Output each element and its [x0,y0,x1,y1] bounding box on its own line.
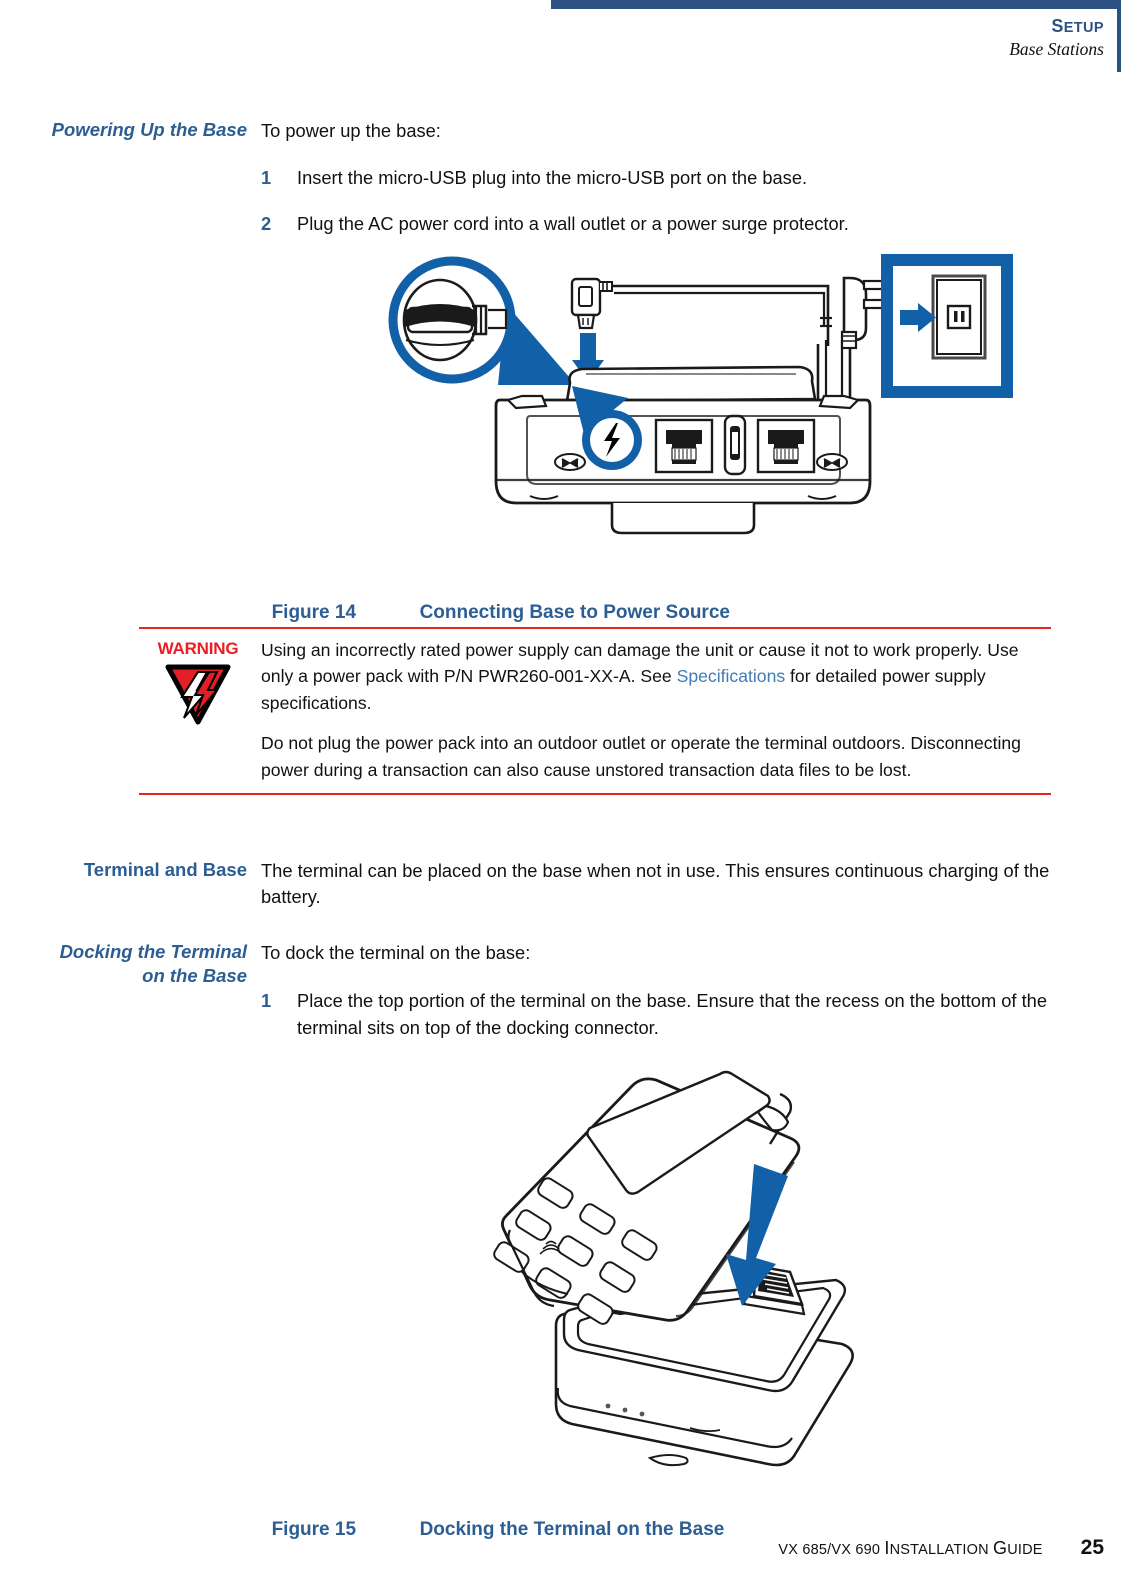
figure-15-caption: Figure 15 Docking the Terminal on the Bas… [261,1497,725,1541]
step-item: 2 Plug the AC power cord into a wall out… [261,211,1051,238]
step-text: Plug the AC power cord into a wall outle… [297,213,849,234]
figure-14-illustration [380,248,1020,553]
screw-boss-left [554,453,586,471]
connecting-base-to-power-diagram [388,254,1013,535]
warning-lightning-triangle-icon [165,664,231,725]
figure-number: Figure 14 [271,602,357,623]
center-usb-port [723,414,747,476]
figure-title: Docking the Terminal on the Base [419,1519,725,1540]
step-text: Insert the micro-USB plug into the micro… [297,167,808,188]
figure-15-illustration [480,1058,880,1478]
terminal-and-base-intro: The terminal can be placed on the base w… [261,860,1050,907]
rj11-jack-right [756,418,816,474]
warning-bottom-rule [139,792,1051,795]
docking-terminal-diagram [493,1070,854,1467]
specifications-link[interactable]: Specifications [677,666,786,686]
screw-boss-right [816,453,848,471]
header-right-rule [1117,0,1121,72]
step-number: 1 [261,167,272,188]
warning-text-column: Using an incorrectly rated power supply … [257,637,1051,783]
page-footer: VX 685/VX 690 INSTALLATION GUIDE 25 [778,1536,1104,1560]
powering-up-intro: To power up the base: [261,120,441,141]
step-item: 1 Insert the micro-USB plug into the mic… [261,165,1051,192]
header-accent-bar [551,0,1120,9]
warning-icon-column: WARNING [139,637,257,725]
header-subtitle: Base Stations [1009,39,1104,60]
section-heading-docking-terminal: Docking the Terminal on the Base [0,940,247,988]
wall-outlet [931,274,987,360]
warning-box: WARNING Using an incorrectly rated power… [139,627,1051,795]
section-heading-terminal-and-base: Terminal and Base [83,859,247,880]
step-number: 2 [261,213,272,234]
base-station-unit [494,365,872,535]
docking-heading-line-2: on the Base [142,965,247,987]
step-number: 1 [261,990,272,1011]
figure-number: Figure 15 [271,1519,357,1540]
micro-usb-plug [570,277,613,330]
section-heading-powering-up: Powering Up the Base [51,119,247,140]
step-item: 1 Place the top portion of the terminal … [261,988,1051,1041]
docking-intro: To dock the terminal on the base: [261,942,531,963]
warning-label: WARNING [157,639,239,658]
docking-heading-line-1: Docking the Terminal [59,941,247,962]
figure-14-caption: Figure 14 Connecting Base to Power Source [261,580,730,624]
footer-page-number: 25 [1080,1536,1104,1559]
rj11-jack-left [654,418,714,474]
figure-title: Connecting Base to Power Source [419,602,730,623]
warning-paragraph-2: Do not plug the power pack into an outdo… [261,733,1021,780]
step-text: Place the top portion of the terminal on… [297,990,1047,1038]
page-header: SETUP Base Stations [1009,16,1104,60]
footer-guide-title: VX 685/VX 690 INSTALLATION GUIDE [778,1538,1043,1558]
usb-cable [612,284,830,346]
header-section-label: SETUP [1051,16,1104,36]
warning-paragraph-1: Using an incorrectly rated power supply … [261,637,1051,716]
